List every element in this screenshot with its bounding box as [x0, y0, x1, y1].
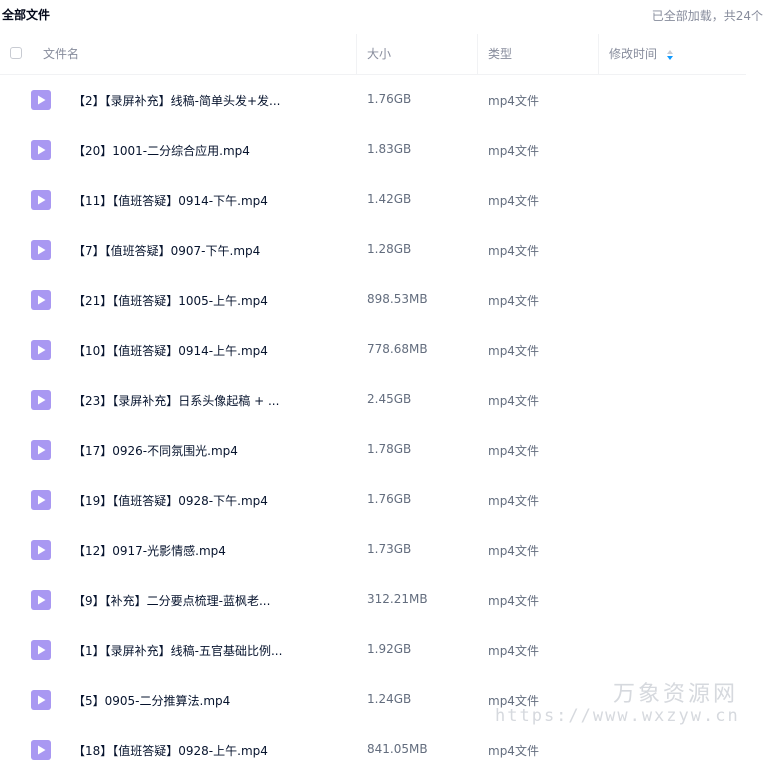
file-type: mp4文件 [488, 594, 539, 608]
table-row[interactable]: 【20】1001-二分综合应用.mp4 1.83GB mp4文件 [0, 125, 765, 175]
file-size: 1.28GB [367, 242, 412, 256]
file-name[interactable]: 【2】【录屏补充】线稿-简单头发+发... [73, 92, 280, 109]
video-file-icon [31, 90, 51, 110]
file-type: mp4文件 [488, 744, 539, 758]
file-size: 1.73GB [367, 542, 412, 556]
table-row[interactable]: 【1】【录屏补充】线稿-五官基础比例... 1.92GB mp4文件 [0, 625, 765, 675]
table-row[interactable]: 【21】【值班答疑】1005-上午.mp4 898.53MB mp4文件 [0, 275, 765, 325]
file-size: 1.92GB [367, 642, 412, 656]
file-name[interactable]: 【5】0905-二分推算法.mp4 [73, 692, 230, 709]
file-size: 1.42GB [367, 192, 412, 206]
video-file-icon [31, 240, 51, 260]
file-name[interactable]: 【23】【录屏补充】日系头像起稿 + ... [73, 392, 279, 409]
file-type: mp4文件 [488, 94, 539, 108]
video-file-icon [31, 290, 51, 310]
file-size: 778.68MB [367, 342, 428, 356]
video-file-icon [31, 340, 51, 360]
sort-arrows-icon[interactable] [667, 50, 673, 60]
column-header-name[interactable]: 文件名 [43, 34, 79, 74]
video-file-icon [31, 590, 51, 610]
file-size: 841.05MB [367, 742, 428, 756]
video-file-icon [31, 540, 51, 560]
video-file-icon [31, 740, 51, 760]
column-header-size[interactable]: 大小 [367, 34, 391, 74]
video-file-icon [31, 390, 51, 410]
column-divider[interactable] [477, 34, 478, 74]
file-name[interactable]: 【17】0926-不同氛围光.mp4 [73, 442, 238, 459]
file-type: mp4文件 [488, 294, 539, 308]
file-name[interactable]: 【11】【值班答疑】0914-下午.mp4 [73, 192, 268, 209]
file-name[interactable]: 【20】1001-二分综合应用.mp4 [73, 142, 250, 159]
file-name[interactable]: 【21】【值班答疑】1005-上午.mp4 [73, 292, 268, 309]
column-header-type[interactable]: 类型 [488, 34, 512, 74]
file-name[interactable]: 【9】【补充】二分要点梳理-蓝枫老... [73, 592, 270, 609]
file-list: 【2】【录屏补充】线稿-简单头发+发... 1.76GB mp4文件 【20】1001… [0, 75, 765, 775]
column-divider[interactable] [356, 34, 357, 74]
file-name[interactable]: 【10】【值班答疑】0914-上午.mp4 [73, 342, 268, 359]
watermark-url: https://www.wxzyw.cn [495, 706, 740, 726]
table-row[interactable]: 【7】【值班答疑】0907-下午.mp4 1.28GB mp4文件 [0, 225, 765, 275]
table-row[interactable]: 【2】【录屏补充】线稿-简单头发+发... 1.76GB mp4文件 [0, 75, 765, 125]
file-name[interactable]: 【19】【值班答疑】0928-下午.mp4 [73, 492, 268, 509]
table-header: 文件名 大小 类型 修改时间 [0, 34, 746, 75]
video-file-icon [31, 690, 51, 710]
column-header-modified[interactable]: 修改时间 [609, 34, 657, 74]
file-name[interactable]: 【12】0917-光影情感.mp4 [73, 542, 226, 559]
file-size: 312.21MB [367, 592, 428, 606]
file-size: 1.78GB [367, 442, 412, 456]
video-file-icon [31, 140, 51, 160]
top-bar: 全部文件 已全部加载，共24个 [0, 0, 765, 30]
file-type: mp4文件 [488, 344, 539, 358]
table-row[interactable]: 【19】【值班答疑】0928-下午.mp4 1.76GB mp4文件 [0, 475, 765, 525]
file-type: mp4文件 [488, 494, 539, 508]
table-row[interactable]: 【9】【补充】二分要点梳理-蓝枫老... 312.21MB mp4文件 [0, 575, 765, 625]
file-type: mp4文件 [488, 394, 539, 408]
file-size: 1.76GB [367, 492, 412, 506]
video-file-icon [31, 490, 51, 510]
table-row[interactable]: 【12】0917-光影情感.mp4 1.73GB mp4文件 [0, 525, 765, 575]
file-name[interactable]: 【7】【值班答疑】0907-下午.mp4 [73, 242, 260, 259]
file-size: 1.24GB [367, 692, 412, 706]
video-file-icon [31, 190, 51, 210]
watermark-title: 万象资源网 [613, 682, 739, 707]
file-type: mp4文件 [488, 644, 539, 658]
file-size: 1.76GB [367, 92, 412, 106]
file-type: mp4文件 [488, 194, 539, 208]
video-file-icon [31, 640, 51, 660]
file-size: 1.83GB [367, 142, 412, 156]
file-size: 898.53MB [367, 292, 428, 306]
file-name[interactable]: 【1】【录屏补充】线稿-五官基础比例... [73, 642, 282, 659]
file-name[interactable]: 【18】【值班答疑】0928-上午.mp4 [73, 742, 268, 759]
table-row[interactable]: 【10】【值班答疑】0914-上午.mp4 778.68MB mp4文件 [0, 325, 765, 375]
load-status: 已全部加载，共24个 [651, 9, 763, 23]
file-type: mp4文件 [488, 144, 539, 158]
file-type: mp4文件 [488, 444, 539, 458]
table-row[interactable]: 【11】【值班答疑】0914-下午.mp4 1.42GB mp4文件 [0, 175, 765, 225]
select-all-checkbox[interactable] [10, 47, 22, 59]
breadcrumb-all-files[interactable]: 全部文件 [2, 6, 50, 23]
table-row[interactable]: 【18】【值班答疑】0928-上午.mp4 841.05MB mp4文件 [0, 725, 765, 775]
file-type: mp4文件 [488, 244, 539, 258]
table-row[interactable]: 【17】0926-不同氛围光.mp4 1.78GB mp4文件 [0, 425, 765, 475]
file-size: 2.45GB [367, 392, 412, 406]
file-type: mp4文件 [488, 544, 539, 558]
column-divider[interactable] [598, 34, 599, 74]
table-row[interactable]: 【23】【录屏补充】日系头像起稿 + ... 2.45GB mp4文件 [0, 375, 765, 425]
video-file-icon [31, 440, 51, 460]
